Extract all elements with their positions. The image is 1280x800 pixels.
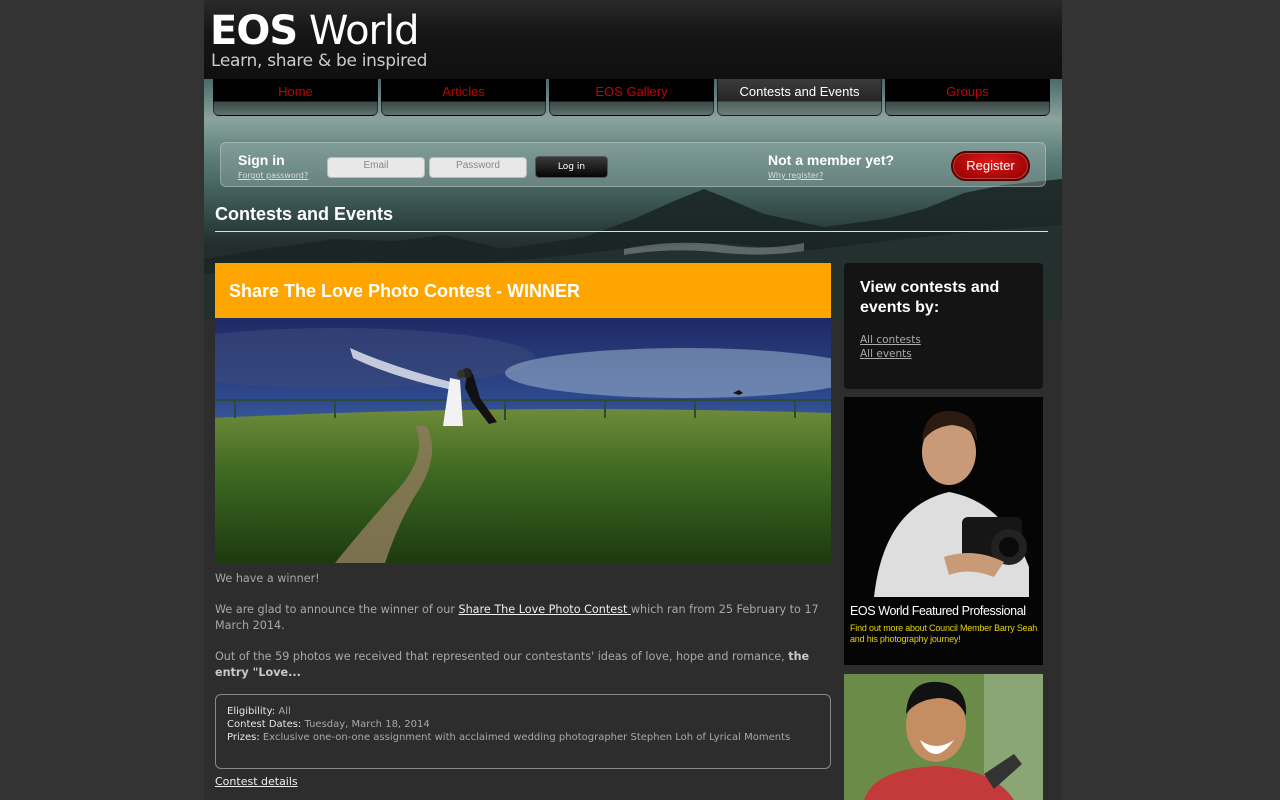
nav-item-home[interactable]: Home (213, 79, 378, 116)
login-button[interactable]: Log in (535, 156, 608, 178)
featured-professional-banner[interactable]: EOS World Featured Professional Find out… (844, 397, 1043, 665)
register-button[interactable]: Register (951, 151, 1030, 181)
contest-details-link[interactable]: Contest details (215, 775, 298, 788)
contest-info-box: Eligibility: All Contest Dates: Tuesday,… (215, 694, 831, 769)
eligibility-row: Eligibility: All (227, 705, 819, 718)
view-by-box: View contests and events by: All contest… (844, 263, 1043, 389)
prizes-row: Prizes: Exclusive one-on-one assignment … (227, 731, 819, 744)
wedding-photo-image (215, 318, 831, 563)
contest-paragraph-3: Out of the 59 photos we received that re… (215, 649, 831, 681)
dates-value: Tuesday, March 18, 2014 (304, 719, 430, 730)
nav-label: Home (278, 84, 313, 99)
contest-paragraph-2: We are glad to announce the winner of ou… (215, 602, 831, 634)
contest-banner: Share The Love Photo Contest - WINNER (215, 263, 831, 318)
nav-item-articles[interactable]: Articles (381, 79, 546, 116)
all-contests-link[interactable]: All contests (860, 334, 921, 346)
promo-portrait-banner[interactable] (844, 674, 1043, 800)
eligibility-value: All (278, 706, 291, 717)
logo-title: EOS World (210, 8, 419, 54)
nav-label: Groups (946, 84, 989, 99)
page-title: Contests and Events (215, 204, 394, 224)
forgot-password-link[interactable]: Forgot password? (238, 171, 308, 180)
nav-label: Contests and Events (739, 84, 860, 99)
logo-tagline: Learn, share & be inspired (211, 51, 428, 71)
view-by-title: View contests and events by: (860, 279, 1000, 316)
password-field[interactable]: Password (429, 157, 527, 178)
nav-item-eos-gallery[interactable]: EOS Gallery (549, 79, 714, 116)
eligibility-label: Eligibility: (227, 706, 276, 717)
prizes-label: Prizes: (227, 732, 260, 743)
featured-title: EOS World Featured Professional (850, 604, 1026, 618)
contest-paragraph-1: We have a winner! (215, 572, 320, 585)
featured-subtitle: Find out more about Council Member Barry… (850, 623, 1038, 644)
nav-item-groups[interactable]: Groups (885, 79, 1050, 116)
person-portrait-image (844, 674, 1043, 800)
all-events-link[interactable]: All events (860, 348, 912, 360)
prizes-value: Exclusive one-on-one assignment with acc… (262, 732, 791, 743)
paragraph-text: Out of the 59 photos we received that re… (215, 650, 789, 663)
share-the-love-link[interactable]: Share The Love Photo Contest (458, 603, 630, 616)
email-field[interactable]: Email (327, 157, 425, 178)
page-container: EOS World Learn, share & be inspired Hom… (204, 0, 1062, 800)
contest-dates-row: Contest Dates: Tuesday, March 18, 2014 (227, 718, 819, 731)
dates-label: Contest Dates: (227, 719, 302, 730)
site-header: EOS World Learn, share & be inspired (204, 0, 1062, 79)
why-register-link[interactable]: Why register? (768, 171, 823, 180)
main-nav: Home Articles EOS Gallery Contests and E… (213, 79, 1053, 116)
title-divider (215, 231, 1048, 232)
signin-bar: Sign in Forgot password? Email Password … (220, 142, 1046, 187)
eos-world-logo[interactable]: EOS World Learn, share & be inspired (210, 10, 442, 72)
nav-label: Articles (442, 84, 485, 99)
contest-title[interactable]: Share The Love Photo Contest - WINNER (229, 281, 580, 302)
contest-winner-photo[interactable] (215, 318, 831, 563)
nav-item-contests-and-events[interactable]: Contests and Events (717, 79, 882, 116)
nav-label: EOS Gallery (595, 84, 668, 99)
paragraph-text: We are glad to announce the winner of ou… (215, 603, 459, 616)
signin-title: Sign in (238, 152, 285, 168)
not-member-title: Not a member yet? (768, 152, 895, 168)
